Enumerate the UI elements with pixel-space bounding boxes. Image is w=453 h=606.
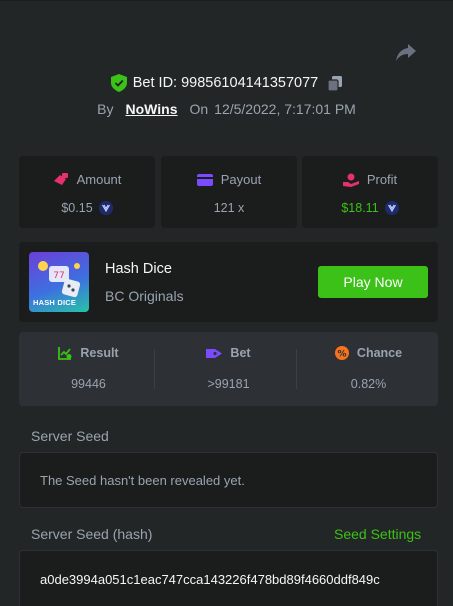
- amount-icon: [53, 172, 68, 185]
- verified-shield-icon: [110, 74, 127, 92]
- by-label: By: [97, 101, 114, 117]
- profit-icon: [342, 173, 359, 187]
- profit-label: Profit: [366, 172, 398, 187]
- chance-icon: %: [334, 346, 349, 360]
- chance-column: % Chance 0.82%: [299, 332, 438, 406]
- payout-value: 121 x: [213, 201, 245, 215]
- server-seed-hash-value[interactable]: a0de3994a051c1eac747cca143226f478bd89f46…: [40, 572, 380, 587]
- bet-column: Bet >99181: [159, 332, 298, 406]
- result-card: Result 99446 Bet >99181 % Chance 0.82%: [19, 332, 438, 406]
- bet-value: >99181: [207, 377, 250, 391]
- svg-text:%: %: [337, 350, 346, 360]
- chance-label: Chance: [356, 346, 403, 360]
- payout-card: Payout 121 x: [161, 156, 297, 228]
- server-seed-value: The Seed hasn't been revealed yet.: [40, 473, 245, 488]
- column-divider: [154, 349, 155, 389]
- amount-value: $0.15: [61, 201, 93, 215]
- username-link[interactable]: NoWins: [126, 101, 178, 117]
- bet-id-row: Bet ID: 99856104141357077: [0, 74, 453, 92]
- game-thumbnail-label: HASH DICE: [33, 298, 77, 307]
- coin-icon: [384, 201, 399, 215]
- profit-value: $18.11: [341, 201, 379, 215]
- chance-value: 0.82%: [350, 377, 387, 391]
- svg-text:77: 77: [53, 271, 64, 281]
- game-card: 77 HASH DICE Hash Dice BC Originals Play…: [19, 242, 438, 322]
- game-provider: BC Originals: [105, 288, 184, 304]
- server-seed-hash-box[interactable]: a0de3994a051c1eac747cca143226f478bd89f46…: [19, 550, 438, 606]
- server-seed-hash-label: Server Seed (hash): [31, 526, 153, 542]
- bet-tag-icon: [206, 348, 223, 358]
- column-divider: [296, 349, 297, 389]
- server-seed-label: Server Seed: [31, 428, 109, 444]
- amount-card: Amount $0.15: [19, 156, 155, 228]
- result-column: Result 99446: [19, 332, 158, 406]
- bet-date: 12/5/2022, 7:17:01 PM: [214, 101, 356, 117]
- profit-card: Profit $18.11: [302, 156, 438, 228]
- bet-label: Bet: [230, 346, 251, 360]
- game-thumbnail[interactable]: 77 HASH DICE: [29, 252, 89, 312]
- seed-settings-link[interactable]: Seed Settings: [334, 526, 421, 542]
- bet-author-row: By NoWins On 12/5/2022, 7:17:01 PM: [0, 101, 453, 117]
- result-value: 99446: [71, 377, 106, 391]
- share-icon[interactable]: [395, 43, 417, 63]
- game-title: Hash Dice: [105, 261, 172, 277]
- payout-icon: [196, 173, 213, 186]
- on-label: On: [189, 101, 209, 117]
- bet-id: Bet ID: 99856104141357077: [132, 75, 319, 91]
- result-icon: [58, 347, 72, 360]
- result-label: Result: [80, 346, 119, 360]
- payout-label: Payout: [220, 172, 262, 187]
- server-seed-box: The Seed hasn't been revealed yet.: [19, 452, 438, 508]
- coin-icon: [98, 201, 113, 215]
- amount-label: Amount: [76, 172, 122, 187]
- top-divider: [0, 0, 453, 1]
- copy-icon[interactable]: [328, 75, 343, 91]
- play-now-button[interactable]: Play Now: [318, 266, 428, 298]
